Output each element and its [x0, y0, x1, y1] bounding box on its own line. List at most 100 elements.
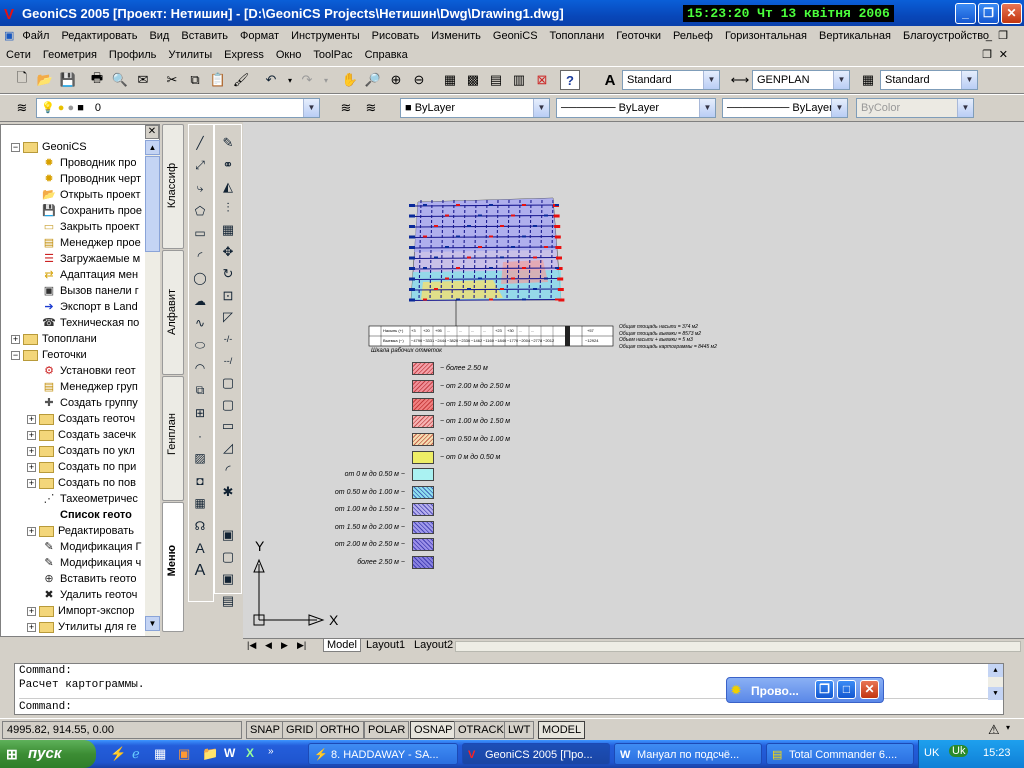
tray-settings-icon[interactable]: ⚠: [988, 722, 1000, 738]
rectangle-icon[interactable]: ▭: [189, 223, 211, 243]
redo-dropdown-icon[interactable]: ▾: [316, 70, 336, 90]
scroll-up-icon[interactable]: ▲: [145, 140, 160, 155]
menu2-item-5[interactable]: Окно: [270, 49, 308, 61]
tree-item[interactable]: − Геоточки: [11, 347, 87, 363]
tree-item[interactable]: ▭ Закрыть проект: [41, 219, 140, 235]
tab-classif[interactable]: Классиф: [162, 124, 184, 249]
tree-item[interactable]: ⋰ Тахеометричес: [41, 491, 138, 507]
tree-item[interactable]: + Создать геоточ: [27, 411, 135, 427]
drawing-hscroll[interactable]: [455, 641, 1021, 652]
line-icon[interactable]: ╱: [189, 133, 211, 153]
quicklaunch-winamp-icon[interactable]: ⚡: [110, 746, 126, 762]
menu2-item-6[interactable]: ToolPac: [307, 49, 358, 61]
cut-icon[interactable]: ✂: [162, 70, 182, 90]
copy-obj-icon[interactable]: ⚭: [217, 155, 239, 175]
status-toggle-grid[interactable]: GRID: [282, 721, 318, 739]
tab-model[interactable]: Model: [323, 639, 361, 652]
prev-tab-icon[interactable]: ◀: [265, 640, 272, 651]
floating-explorer-window[interactable]: ✹ Прово... ❐ □ ✕: [726, 677, 884, 703]
arc-icon[interactable]: ◜: [189, 246, 211, 266]
join-icon[interactable]: ▭: [217, 416, 239, 436]
tree-item[interactable]: + Создать по укл: [27, 443, 135, 459]
quicklaunch-word-icon[interactable]: W: [224, 746, 235, 760]
array-icon[interactable]: ▦: [217, 220, 239, 240]
make-block-icon[interactable]: ⊞: [189, 403, 211, 423]
group2-icon[interactable]: ▢: [217, 547, 239, 567]
start-button[interactable]: ⊞ пуск: [0, 740, 96, 768]
menu-item-12[interactable]: Горизонтальная: [719, 30, 813, 42]
tree-item[interactable]: ▣ Вызов панели г: [41, 283, 139, 299]
menu-item-8[interactable]: GeoniCS: [487, 30, 544, 42]
layer-select[interactable]: 💡 ● ● ■ 0 ▼: [36, 98, 320, 118]
next-tab-icon[interactable]: ▶: [281, 640, 288, 651]
tree-item[interactable]: ▤ Менеджер прое: [41, 235, 141, 251]
ellipse-icon[interactable]: ⬭: [189, 336, 211, 356]
color-select[interactable]: ■ ByLayer ▼: [400, 98, 550, 118]
expand-icon[interactable]: +: [11, 334, 20, 344]
offset-icon[interactable]: ⫶: [217, 198, 239, 218]
dim-style-select[interactable]: GENPLAN ▼: [752, 70, 850, 90]
status-toggle-otrack[interactable]: OTRACK: [454, 721, 508, 739]
status-toggle-osnap[interactable]: OSNAP: [410, 721, 457, 739]
tree-item[interactable]: ✎ Модификация ч: [41, 555, 141, 571]
open-file-icon[interactable]: 📂: [35, 70, 55, 90]
mtext-icon[interactable]: A: [189, 538, 211, 558]
circle-icon[interactable]: ◯: [189, 268, 211, 288]
quicklaunch-excel-icon[interactable]: X: [246, 746, 254, 760]
tab-genplan[interactable]: Генплан: [162, 376, 184, 501]
hatch-icon[interactable]: ▨: [189, 448, 211, 468]
menu2-item-1[interactable]: Геометрия: [37, 49, 103, 61]
menu-item-13[interactable]: Вертикальная: [813, 30, 897, 42]
scroll-up-icon[interactable]: ▲: [988, 664, 1003, 677]
expand-icon[interactable]: +: [27, 622, 36, 632]
tree-item[interactable]: ⇄ Адаптация мен: [41, 267, 138, 283]
move-icon[interactable]: ✥: [217, 242, 239, 262]
pan-icon[interactable]: ✋: [340, 70, 360, 90]
tree-item[interactable]: + Утилиты для ге: [27, 619, 136, 635]
make-layer-current-icon[interactable]: ≋: [336, 98, 356, 118]
zoom-previous-icon[interactable]: ⊖: [409, 70, 429, 90]
break-point-icon[interactable]: ▢: [217, 373, 239, 393]
panel-close-icon[interactable]: ✕: [145, 125, 159, 139]
tree-hscroll[interactable]: [0, 636, 160, 654]
expand-icon[interactable]: +: [27, 430, 36, 440]
expand-icon[interactable]: +: [27, 462, 36, 472]
help-icon[interactable]: ?: [560, 70, 580, 90]
redo-icon[interactable]: ↷: [297, 70, 317, 90]
menu2-item-3[interactable]: Утилиты: [162, 49, 218, 61]
menu2-item-4[interactable]: Express: [218, 49, 270, 61]
rotate-icon[interactable]: ↻: [217, 264, 239, 284]
restore-button[interactable]: ❐: [978, 3, 999, 24]
quicklaunch-expand-icon[interactable]: »: [268, 746, 274, 757]
keyboard-layout-icon[interactable]: Uk: [949, 745, 969, 757]
region-icon[interactable]: ◘: [189, 471, 211, 491]
tree-item[interactable]: ✚ Создать группу: [41, 395, 137, 411]
menu2-item-2[interactable]: Профиль: [103, 49, 163, 61]
point-icon[interactable]: ·: [189, 426, 211, 446]
menu-item-2[interactable]: Вид: [143, 30, 175, 42]
tab-alphabet[interactable]: Алфавит: [162, 250, 184, 375]
scroll-down-icon[interactable]: ▼: [988, 687, 1003, 700]
linetype-select[interactable]: ─────── ByLayer ▼: [556, 98, 716, 118]
status-menu-icon[interactable]: ▾: [1006, 723, 1010, 732]
command-scrollbar[interactable]: ▲ ▼: [988, 664, 1003, 700]
mirror-icon[interactable]: ◭: [217, 177, 239, 197]
fillet-icon[interactable]: ◜: [217, 460, 239, 480]
tree-item[interactable]: Список геото: [41, 507, 132, 523]
ellipse-arc-icon[interactable]: ◠: [189, 358, 211, 378]
tree-item[interactable]: ☎ Техническая по: [41, 315, 139, 331]
expand-icon[interactable]: +: [27, 446, 36, 456]
menu-item-1[interactable]: Редактировать: [55, 30, 143, 42]
erase-icon[interactable]: ✎: [217, 133, 239, 153]
tab-menu[interactable]: Меню: [162, 502, 184, 632]
break-icon[interactable]: ▢: [217, 395, 239, 415]
tree-item[interactable]: + Импорт-экспор: [27, 603, 134, 619]
construction-line-icon[interactable]: ⤢: [189, 156, 211, 176]
match-prop-icon[interactable]: 🖌: [231, 70, 251, 90]
new-file-icon[interactable]: 🗋: [12, 70, 32, 90]
tree-item[interactable]: ⊕ Вставить геото: [41, 571, 136, 587]
doc-restore-icon[interactable]: ❐: [992, 29, 1014, 42]
explode-icon[interactable]: ✱: [217, 482, 239, 502]
save-icon[interactable]: 💾: [58, 70, 78, 90]
expand-icon[interactable]: +: [27, 414, 36, 424]
